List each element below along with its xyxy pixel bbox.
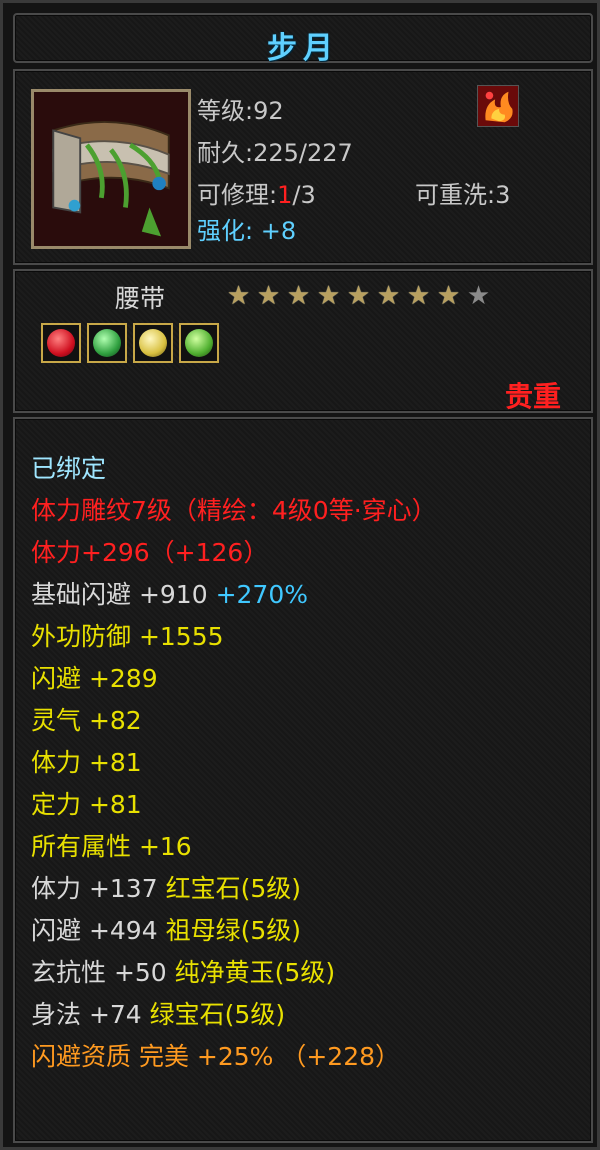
base-dodge: 基础闪避 +910 +270% [31,575,308,611]
base-dodge-value: 基础闪避 +910 [31,580,208,609]
ext-defense: 外功防御 +1555 [31,622,224,651]
stamina-attr: 体力 +81 [31,748,142,777]
star-icon: ★ [346,281,371,311]
repair-current: 1 [277,181,293,209]
item-level: 等级:92 [197,97,284,125]
gem-resist-value: 玄抗性 +50 [31,958,167,987]
item-enhance: 强化: +8 [197,211,296,246]
all-attr: 所有属性 +16 [31,832,192,861]
item-type: 腰带 [115,284,166,313]
gem-resist-name: 纯净黄玉(5级) [174,958,336,987]
item-header: 等级:92 耐久:225/227 可修理:1/3 可重洗:3 强化: +8 [13,69,593,265]
gem-slots [41,323,219,363]
spirit-attr: 灵气 +82 [31,706,142,735]
enhance-value: +8 [260,217,297,245]
enhance-label: 强化: [197,217,254,245]
item-summary: 腰带 ★ ★ ★ ★ ★ ★ ★ ★ ★ 贵重 [13,269,593,413]
star-icon: ★ [256,281,281,311]
gem-agility-name: 绿宝石(5级) [149,1000,286,1029]
gem-dodge: 闪避 +494 祖母绿(5级) [31,911,301,947]
star-icon: ★ [406,281,431,311]
gem-dodge-value: 闪避 +494 [31,916,158,945]
gem-stamina-value: 体力 +137 [31,874,158,903]
gem-resist: 玄抗性 +50 纯净黄玉(5级) [31,953,335,989]
engrave-stamina: 体力+296（+126） [31,538,269,567]
gem-stamina-name: 红宝石(5级) [165,874,301,903]
star-icon: ★ [436,281,461,311]
repair-max: /3 [292,181,316,209]
item-tooltip: 步月 等级:92 耐久:225/227 可修理:1/3 可重洗:3 强化: +8 [0,0,600,1150]
base-dodge-pct: +270% [215,580,308,609]
star-icon: ★ [316,281,341,311]
star-rating: ★ ★ ★ ★ ★ ★ ★ ★ ★ [225,283,492,310]
item-repair: 可修理:1/3 [197,175,316,210]
gem-dodge-name: 祖母绿(5级) [165,916,301,945]
item-rewash: 可重洗:3 [415,181,511,209]
title-bar: 步月 [13,13,593,66]
belt-icon[interactable] [31,89,191,249]
attribute-list: 已绑定 体力雕纹7级（精绘：4级0等·穿心） 体力+296（+126） 基础闪避… [13,417,593,1143]
star-empty-icon: ★ [466,281,491,311]
emerald-gem-icon[interactable] [179,323,219,363]
repair-label: 可修理: [197,181,278,209]
gem-agility: 身法 +74 绿宝石(5级) [31,995,285,1031]
quality-attr: 闪避资质 完美 +25% （+228） [31,1042,401,1071]
red-gem-icon[interactable] [41,323,81,363]
item-name: 步月 [267,31,339,66]
gem-stamina: 体力 +137 红宝石(5级) [31,869,301,905]
star-icon: ★ [286,281,311,311]
focus-attr: 定力 +81 [31,790,142,819]
engrave-attr: 体力雕纹7级（精绘：4级0等·穿心） [31,496,437,525]
item-durability: 耐久:225/227 [197,139,353,167]
yellow-gem-icon[interactable] [133,323,173,363]
dodge-attr: 闪避 +289 [31,664,158,693]
gem-agility-value: 身法 +74 [31,1000,142,1029]
rarity-label: 贵重 [504,380,561,413]
bound-status: 已绑定 [31,454,107,483]
green-gem-icon[interactable] [87,323,127,363]
flame-icon[interactable] [477,85,519,127]
star-icon: ★ [376,281,401,311]
star-icon: ★ [226,281,251,311]
